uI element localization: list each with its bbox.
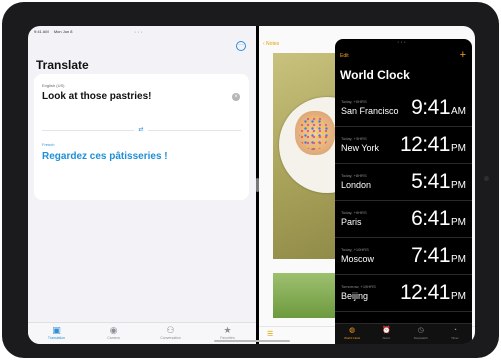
page-title: Translate xyxy=(36,58,89,72)
multitasking-handle[interactable]: ··· xyxy=(134,29,144,36)
city-name: London xyxy=(341,180,372,190)
time-ampm: PM xyxy=(451,217,466,228)
swap-languages-icon[interactable]: ⇄ xyxy=(134,126,148,135)
list-item[interactable]: Today, +0HRS San Francisco 9:41AM xyxy=(335,90,472,127)
city-offset: Tomorrow, +15HRS xyxy=(341,284,376,289)
tab-timer[interactable]: ◔ Timer xyxy=(438,324,472,344)
list-item[interactable]: Today, +3HRS New York 12:41PM xyxy=(335,127,472,164)
checklist-icon[interactable]: ☰ xyxy=(267,330,273,338)
city-time: 12:41PM xyxy=(400,133,466,157)
globe-icon: ◍ xyxy=(349,327,356,334)
list-item[interactable]: Today, +10HRS Moscow 7:41PM xyxy=(335,238,472,275)
city-list: Today, +0HRS San Francisco 9:41AM Today,… xyxy=(335,90,472,312)
city-name: Beijing xyxy=(341,291,369,301)
star-icon: ★ xyxy=(223,325,232,335)
ipad-screen: 9:41 AM Mon Jun 8 ··· ··· Translate Engl… xyxy=(28,26,475,344)
tab-label: World Clock xyxy=(344,336,361,340)
translate-app: 9:41 AM Mon Jun 8 ··· ··· Translate Engl… xyxy=(28,26,256,344)
target-language-label[interactable]: French xyxy=(42,142,54,147)
list-item[interactable]: Today, +8HRS London 5:41PM xyxy=(335,164,472,201)
status-bar: 9:41 AM Mon Jun 8 xyxy=(34,29,77,34)
add-city-icon[interactable]: + xyxy=(460,49,466,61)
tab-alarm[interactable]: ⏰ Alarm xyxy=(369,324,403,344)
tab-camera[interactable]: ◉ Camera xyxy=(85,323,142,344)
clear-icon[interactable]: × xyxy=(232,93,240,101)
city-time: 9:41AM xyxy=(411,96,466,120)
more-options-icon[interactable]: ··· xyxy=(236,41,246,51)
translation-card: English (US) Look at those pastries! × ⇄… xyxy=(34,74,249,200)
city-time: 12:41PM xyxy=(400,281,466,305)
ipad-device: 9:41 AM Mon Jun 8 ··· ··· Translate Engl… xyxy=(2,2,499,358)
notes-back-button[interactable]: ‹ Notes xyxy=(263,41,279,47)
people-icon: ⚇ xyxy=(166,325,175,335)
city-name: New York xyxy=(341,143,380,153)
tab-label: Translation xyxy=(47,336,66,340)
front-camera xyxy=(484,176,489,181)
tab-translation[interactable]: ▣ Translation xyxy=(28,323,85,344)
edit-button[interactable]: Edit xyxy=(340,53,349,59)
city-name: Paris xyxy=(341,217,362,227)
city-offset: Today, +10HRS xyxy=(341,247,369,252)
tab-label: Camera xyxy=(107,336,120,340)
time-ampm: PM xyxy=(451,254,466,265)
clock-tab-bar: ◍ World Clock ⏰ Alarm ◷ Stopwatch ◔ Time… xyxy=(335,323,472,344)
page-title: World Clock xyxy=(340,68,410,82)
tab-conversation[interactable]: ⚇ Conversation xyxy=(142,323,199,344)
status-time: 9:41 AM xyxy=(34,29,49,34)
tab-world-clock[interactable]: ◍ World Clock xyxy=(335,324,369,344)
translate-icon: ▣ xyxy=(52,325,61,335)
slide-over-handle[interactable]: ··· xyxy=(397,39,407,46)
city-time: 5:41PM xyxy=(411,170,466,194)
time-digits: 6:41 xyxy=(411,207,450,230)
city-name: Moscow xyxy=(341,254,375,264)
city-offset: Today, +8HRS xyxy=(341,173,367,178)
city-offset: Today, +0HRS xyxy=(341,99,367,104)
source-language-label[interactable]: English (US) xyxy=(42,83,64,88)
time-ampm: PM xyxy=(451,180,466,191)
time-digits: 5:41 xyxy=(411,170,450,193)
city-time: 7:41PM xyxy=(411,244,466,268)
home-indicator[interactable] xyxy=(214,340,290,342)
list-item[interactable]: Tomorrow, +15HRS Beijing 12:41PM xyxy=(335,275,472,312)
time-digits: 12:41 xyxy=(399,281,451,304)
time-digits: 12:41 xyxy=(399,133,451,156)
city-time: 6:41PM xyxy=(411,207,466,231)
timer-icon: ◔ xyxy=(452,327,457,334)
source-text[interactable]: Look at those pastries! xyxy=(42,91,151,102)
time-ampm: PM xyxy=(451,291,466,302)
translated-text: Regardez ces pâtisseries ! xyxy=(42,151,168,162)
sprinkles-graphic xyxy=(299,116,329,150)
tab-label: Alarm xyxy=(382,336,391,340)
tab-label: Timer xyxy=(451,336,459,340)
city-name: San Francisco xyxy=(341,106,399,116)
status-date: Mon Jun 8 xyxy=(53,29,73,34)
city-offset: Today, +3HRS xyxy=(341,136,367,141)
tab-label: Stopwatch xyxy=(413,336,428,340)
time-ampm: AM xyxy=(451,106,466,117)
tab-stopwatch[interactable]: ◷ Stopwatch xyxy=(404,324,438,344)
time-digits: 9:41 xyxy=(411,96,450,119)
tab-label: Conversation xyxy=(160,336,181,340)
time-digits: 7:41 xyxy=(411,244,450,267)
clock-slide-over: ··· Edit + World Clock Today, +0HRS San … xyxy=(335,39,472,344)
city-offset: Today, +9HRS xyxy=(341,210,367,215)
time-ampm: PM xyxy=(451,143,466,154)
list-item[interactable]: Today, +9HRS Paris 6:41PM xyxy=(335,201,472,238)
stopwatch-icon: ◷ xyxy=(417,327,424,334)
camera-icon: ◉ xyxy=(109,325,118,335)
alarm-icon: ⏰ xyxy=(382,327,391,334)
